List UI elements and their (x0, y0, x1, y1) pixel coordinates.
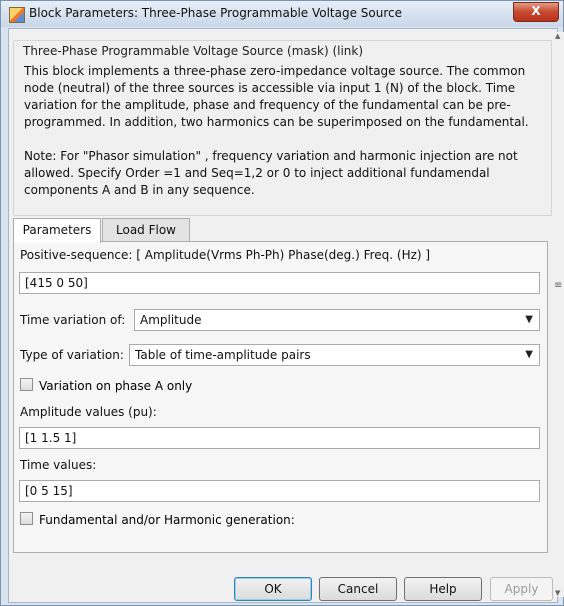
harmonic-generation-label: Fundamental and/or Harmonic generation: (39, 513, 295, 527)
scroll-grip-icon[interactable]: ≡ (554, 280, 562, 291)
dropdown-arrow-icon: ▼ (525, 314, 533, 325)
parameters-panel: Positive-sequence: [ Amplitude(Vrms Ph-P… (13, 241, 548, 553)
title-bar[interactable]: Block Parameters: Three-Phase Programmab… (1, 1, 563, 27)
vertical-scrollbar[interactable]: ▲ ≡ ▼ (554, 32, 564, 597)
tab-load-flow[interactable]: Load Flow (102, 218, 190, 241)
time-values-label: Time values: (20, 458, 97, 472)
close-button[interactable]: X (513, 2, 559, 22)
dialog-window: Block Parameters: Three-Phase Programmab… (0, 0, 564, 606)
checkbox-box-icon[interactable] (20, 378, 33, 391)
time-values-input[interactable]: [0 5 15] (19, 480, 540, 502)
tab-parameters[interactable]: Parameters (13, 218, 101, 243)
positive-sequence-input[interactable]: [415 0 50] (19, 272, 540, 294)
block-description: This block implements a three-phase zero… (24, 64, 529, 129)
type-variation-value: Table of time-amplitude pairs (135, 348, 311, 362)
cancel-button[interactable]: Cancel (319, 577, 397, 601)
type-variation-select[interactable]: Table of time-amplitude pairs ▼ (129, 344, 540, 366)
positive-sequence-label: Positive-sequence: [ Amplitude(Vrms Ph-P… (20, 248, 431, 262)
simulink-block-icon (9, 7, 25, 23)
time-variation-label: Time variation of: (20, 313, 126, 327)
apply-button[interactable]: Apply (490, 577, 553, 601)
dropdown-arrow-icon: ▼ (525, 349, 533, 360)
phase-a-only-checkbox[interactable]: Variation on phase A only (20, 378, 192, 394)
group-title: Three-Phase Programmable Voltage Source … (20, 44, 367, 58)
checkbox-box-icon[interactable] (20, 512, 33, 525)
scroll-up-icon[interactable]: ▲ (555, 32, 560, 40)
block-note: Note: For "Phasor simulation" , frequenc… (24, 149, 518, 197)
time-variation-value: Amplitude (140, 313, 202, 327)
amplitude-values-input[interactable]: [1 1.5 1] (19, 427, 540, 449)
description-group: Three-Phase Programmable Voltage Source … (13, 40, 552, 216)
scroll-down-icon[interactable]: ▼ (555, 589, 560, 597)
ok-button[interactable]: OK (234, 577, 312, 601)
amplitude-values-label: Amplitude values (pu): (20, 405, 157, 419)
type-variation-label: Type of variation: (20, 348, 124, 362)
phase-a-only-label: Variation on phase A only (39, 379, 193, 393)
help-button[interactable]: Help (404, 577, 482, 601)
window-title: Block Parameters: Three-Phase Programmab… (29, 6, 403, 20)
time-variation-select[interactable]: Amplitude ▼ (134, 309, 540, 331)
harmonic-generation-checkbox[interactable]: Fundamental and/or Harmonic generation: (20, 512, 295, 528)
dialog-body: Three-Phase Programmable Voltage Source … (8, 28, 558, 603)
tab-container: Parameters Load Flow Positive-sequence: … (13, 218, 550, 553)
